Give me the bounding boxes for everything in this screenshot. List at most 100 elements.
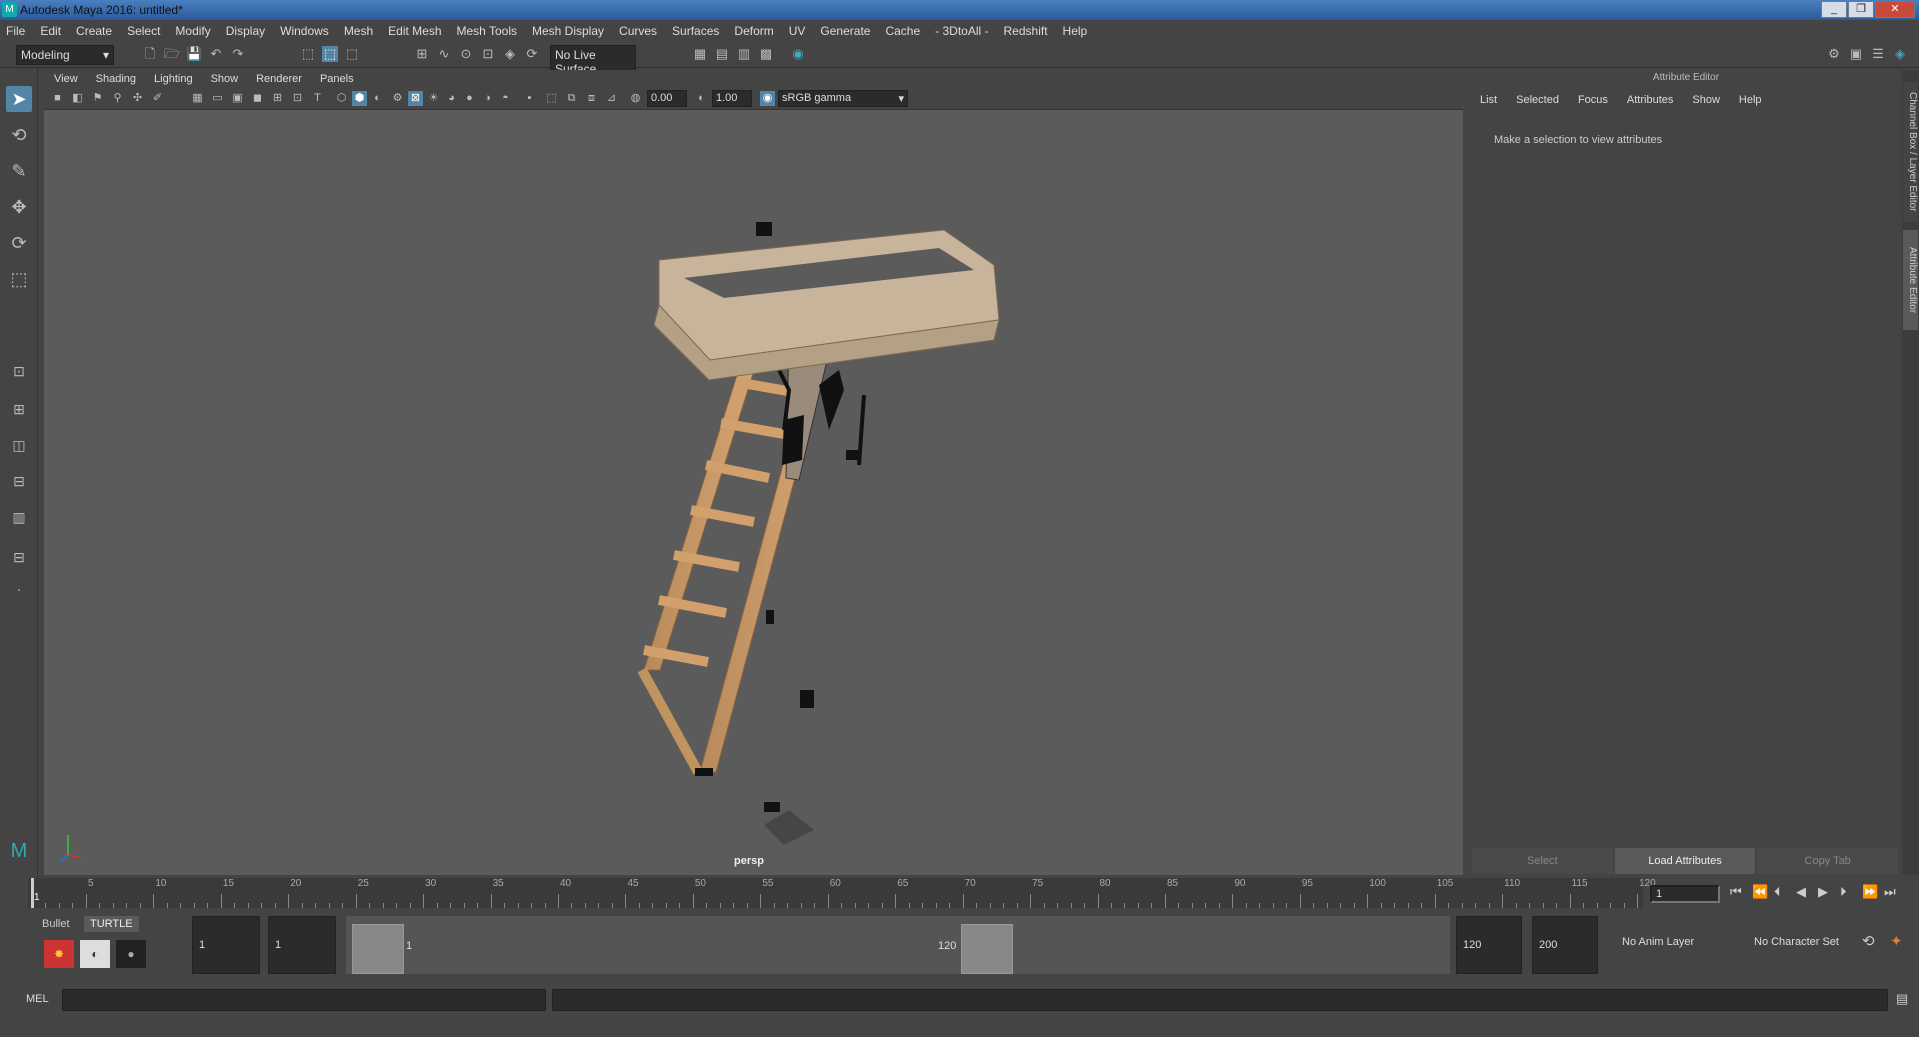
workspace-icon[interactable]: ⚙	[1826, 46, 1842, 62]
scale-tool-icon[interactable]: ⬚	[6, 266, 32, 292]
two-view-layout-icon[interactable]: ◫	[6, 432, 32, 458]
image-plane-icon[interactable]: ⚲	[110, 91, 125, 106]
menu-mesh[interactable]: Mesh	[344, 24, 373, 38]
gate-mask-icon[interactable]: ◼	[250, 91, 265, 106]
motion-blur-icon[interactable]: ●	[462, 91, 477, 106]
grease-pencil-icon[interactable]: ✐	[150, 91, 165, 106]
single-perspective-layout-icon[interactable]: ⊡	[6, 358, 32, 384]
menu-surfaces[interactable]: Surfaces	[672, 24, 719, 38]
script-editor-icon[interactable]: ▤	[1896, 991, 1908, 1007]
start-time-field[interactable]	[192, 916, 260, 974]
xray-joints-icon[interactable]: ⧉	[564, 91, 579, 106]
colorspace-dropdown[interactable]: sRGB gamma ▾	[778, 90, 908, 107]
four-view-layout-icon[interactable]: ⊞	[6, 396, 32, 422]
channel-box-tab[interactable]: Channel Box / Layer Editor	[1903, 82, 1918, 222]
save-scene-icon[interactable]: 💾	[186, 46, 202, 62]
lasso-tool-icon[interactable]: ⟲	[6, 122, 32, 148]
ae-select-button[interactable]: Select	[1472, 848, 1613, 874]
select-by-object-icon[interactable]: ⬚	[322, 46, 338, 62]
ae-menu-list[interactable]: List	[1480, 94, 1497, 106]
snap-point-icon[interactable]: ⊙	[458, 46, 474, 62]
step-back-key-icon[interactable]: ⏴	[1774, 884, 1781, 900]
character-set-dropdown[interactable]: No Character Set	[1754, 936, 1839, 948]
menu-modify[interactable]: Modify	[175, 24, 210, 38]
exposure-field[interactable]: 0.00	[647, 90, 687, 107]
gamma-field[interactable]: 1.00	[712, 90, 752, 107]
ae-copy-tab-button[interactable]: Copy Tab	[1757, 848, 1899, 874]
menu-windows[interactable]: Windows	[280, 24, 329, 38]
ipr-render-icon[interactable]: ▥	[736, 46, 752, 62]
ae-load-attributes-button[interactable]: Load Attributes	[1614, 848, 1756, 874]
ae-menu-help[interactable]: Help	[1739, 94, 1762, 106]
channel-box-icon[interactable]: ◈	[1892, 46, 1908, 62]
menu-uv[interactable]: UV	[789, 24, 806, 38]
minimize-button[interactable]: _	[1821, 1, 1847, 18]
menu-display[interactable]: Display	[226, 24, 265, 38]
select-by-hierarchy-icon[interactable]: ⬚	[300, 46, 316, 62]
film-gate-icon[interactable]: ▭	[210, 91, 225, 106]
step-forward-icon[interactable]: ⏩	[1862, 884, 1878, 900]
gamma-icon[interactable]: ◐	[694, 91, 709, 106]
current-frame-field[interactable]	[1650, 885, 1720, 903]
menu-generate[interactable]: Generate	[820, 24, 870, 38]
ae-menu-focus[interactable]: Focus	[1578, 94, 1608, 106]
make-live-icon[interactable]: ⟳	[524, 46, 540, 62]
smooth-shade-icon[interactable]: ⬢	[352, 91, 367, 106]
snap-grid-icon[interactable]: ⊞	[414, 46, 430, 62]
menu-select[interactable]: Select	[127, 24, 160, 38]
end-time-field[interactable]	[1532, 916, 1598, 974]
field-chart-icon[interactable]: ⊞	[270, 91, 285, 106]
snap-curve-icon[interactable]: ∿	[436, 46, 452, 62]
wireframe-icon[interactable]: ⬡	[334, 91, 349, 106]
menu-create[interactable]: Create	[76, 24, 112, 38]
range-slider[interactable]: 1 120	[346, 916, 1450, 974]
go-to-end-icon[interactable]: ⏭	[1884, 884, 1896, 900]
vp-menu-panels[interactable]: Panels	[320, 73, 354, 85]
textured-icon[interactable]: ⚙	[390, 91, 405, 106]
bullet-shelf-icon[interactable]: ✸	[44, 940, 74, 968]
step-forward-key-icon[interactable]: ⏵	[1840, 884, 1847, 900]
ae-menu-show[interactable]: Show	[1692, 94, 1720, 106]
redo-icon[interactable]: ↷	[230, 46, 246, 62]
auto-key-icon[interactable]: ⟲	[1862, 932, 1875, 950]
anim-layer-dropdown[interactable]: No Anim Layer	[1622, 936, 1694, 948]
time-slider-track[interactable]: 1 5 10 15 20 25 30 35 40 45 50 55 60 65 70 75 80 85 90 95 10…	[28, 878, 1656, 908]
isolate-select-icon[interactable]: ▪	[522, 91, 537, 106]
playback-end-field[interactable]	[1456, 916, 1522, 974]
color-management-icon[interactable]: ◉	[760, 91, 775, 106]
move-tool-icon[interactable]: ✥	[6, 194, 32, 220]
hypershade-layout-icon[interactable]: ⊟	[6, 544, 32, 570]
snap-view-icon[interactable]: ⊡	[480, 46, 496, 62]
paint-select-tool-icon[interactable]: ✎	[6, 158, 32, 184]
mel-command-input[interactable]	[62, 989, 546, 1011]
2d-pan-zoom-icon[interactable]: ✣	[130, 91, 145, 106]
vp-menu-show[interactable]: Show	[211, 73, 239, 85]
mel-label[interactable]: MEL	[26, 993, 49, 1005]
anti-aliasing-icon[interactable]: ◑	[480, 91, 495, 106]
animation-prefs-icon[interactable]: ✦	[1890, 932, 1903, 950]
turtle-render-icon[interactable]: ◐	[80, 940, 110, 968]
screen-space-ao-icon[interactable]: ◕	[444, 91, 459, 106]
range-end-handle[interactable]	[961, 924, 1013, 974]
render-settings-icon[interactable]: ▩	[758, 46, 774, 62]
range-start-handle[interactable]	[352, 924, 404, 974]
turtle-sphere-icon[interactable]: ●	[116, 940, 146, 968]
xray-icon[interactable]: ⬚	[544, 91, 559, 106]
new-scene-icon[interactable]: 🗋	[142, 46, 158, 62]
vp-menu-shading[interactable]: Shading	[96, 73, 136, 85]
backface-culling-icon[interactable]: ⊿	[604, 91, 619, 106]
depth-of-field-icon[interactable]: ◓	[498, 91, 513, 106]
3d-scene[interactable]	[44, 110, 1463, 875]
render-view-icon[interactable]: ▦	[692, 46, 708, 62]
hypershade-icon[interactable]: ◉	[790, 46, 806, 62]
render-frame-icon[interactable]: ▤	[714, 46, 730, 62]
select-by-component-icon[interactable]: ⬚	[344, 46, 360, 62]
snap-surface-icon[interactable]: ◈	[502, 46, 518, 62]
shadows-icon[interactable]: ☀	[426, 91, 441, 106]
camera-attributes-icon[interactable]: ◧	[70, 91, 85, 106]
graph-editor-layout-icon[interactable]: ⊟	[6, 468, 32, 494]
vp-menu-lighting[interactable]: Lighting	[154, 73, 193, 85]
undo-icon[interactable]: ↶	[208, 46, 224, 62]
shelf-tab-turtle[interactable]: TURTLE	[84, 916, 139, 932]
select-tool-icon[interactable]: ➤	[6, 86, 32, 112]
